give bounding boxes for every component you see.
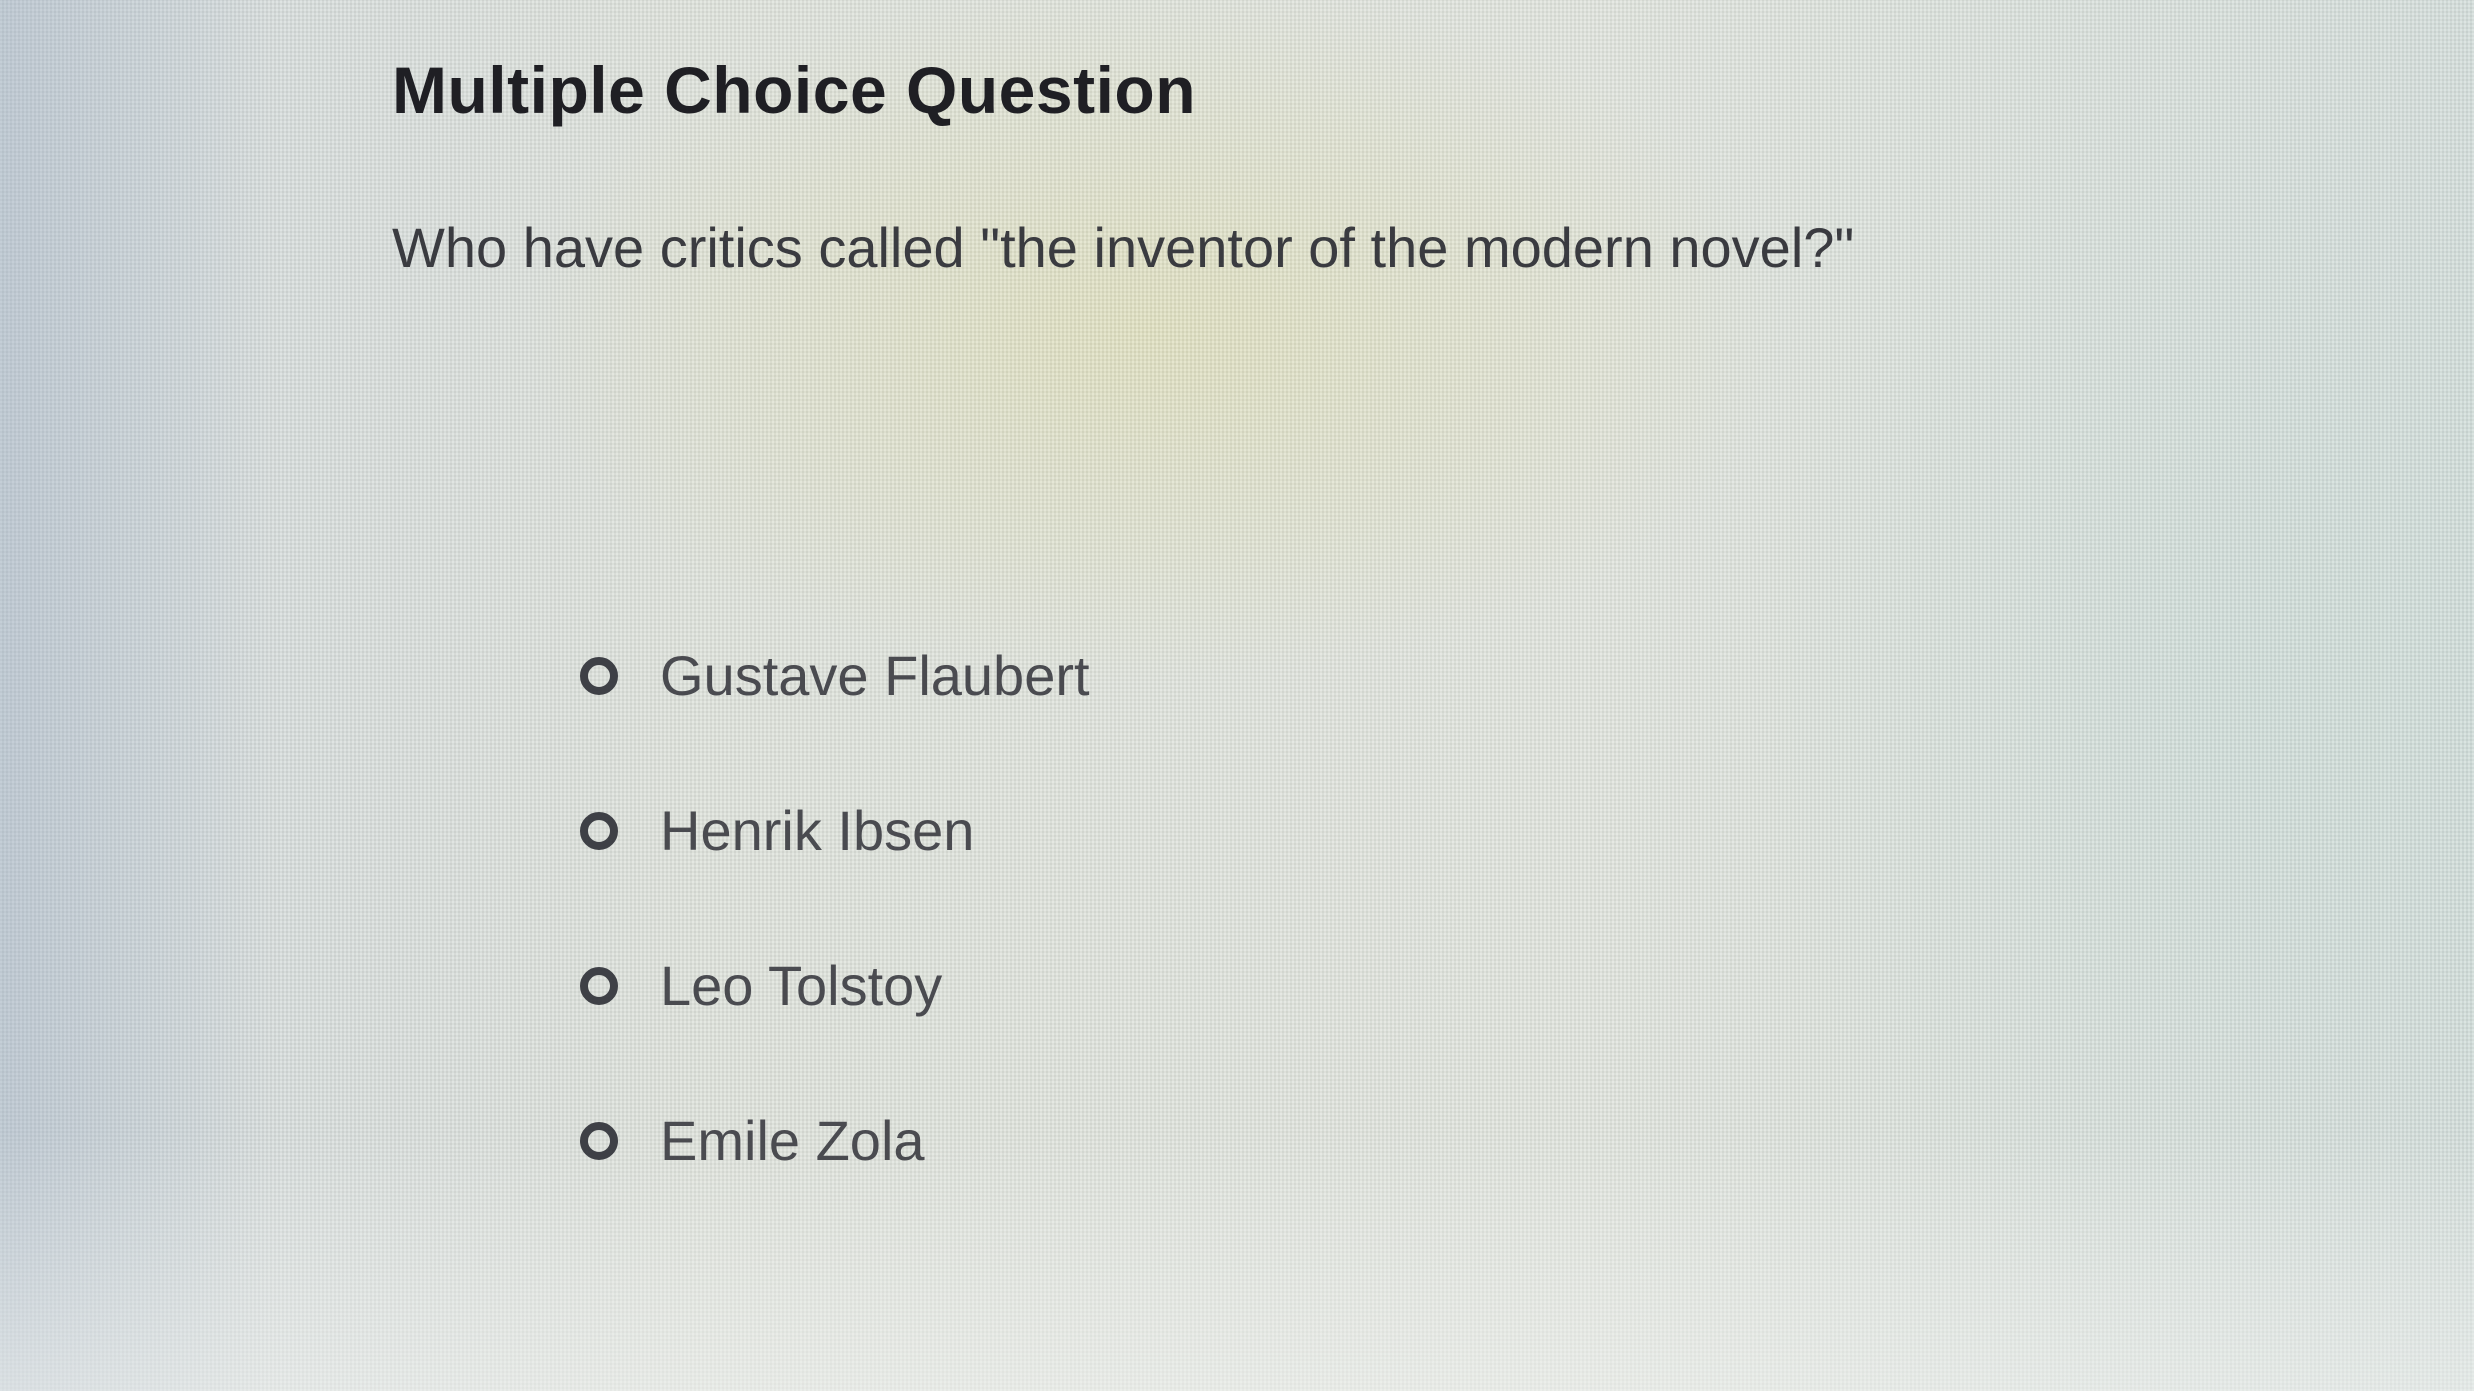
- question-prompt: Who have critics called "the inventor of…: [392, 216, 1855, 279]
- radio-unselected-icon[interactable]: [580, 811, 618, 850]
- answer-option-gustave-flaubert[interactable]: Gustave Flaubert: [580, 598, 1090, 753]
- answer-options: Gustave Flaubert Henrik Ibsen Leo Tolsto…: [580, 598, 1090, 1218]
- radio-unselected-icon[interactable]: [580, 656, 618, 695]
- answer-option-leo-tolstoy[interactable]: Leo Tolstoy: [580, 908, 1090, 1063]
- question-card: Multiple Choice Question Who have critic…: [392, 40, 2292, 1190]
- answer-option-label[interactable]: Gustave Flaubert: [660, 643, 1090, 708]
- answer-option-label[interactable]: Emile Zola: [660, 1108, 925, 1173]
- radio-unselected-icon[interactable]: [580, 1121, 618, 1160]
- radio-unselected-icon[interactable]: [580, 966, 618, 1005]
- answer-option-emile-zola[interactable]: Emile Zola: [580, 1063, 1090, 1218]
- left-shade: [0, 0, 270, 1391]
- question-heading: Multiple Choice Question: [392, 53, 1197, 127]
- answer-option-label[interactable]: Leo Tolstoy: [660, 953, 942, 1018]
- answer-option-henrik-ibsen[interactable]: Henrik Ibsen: [580, 753, 1090, 908]
- answer-option-label[interactable]: Henrik Ibsen: [660, 798, 974, 863]
